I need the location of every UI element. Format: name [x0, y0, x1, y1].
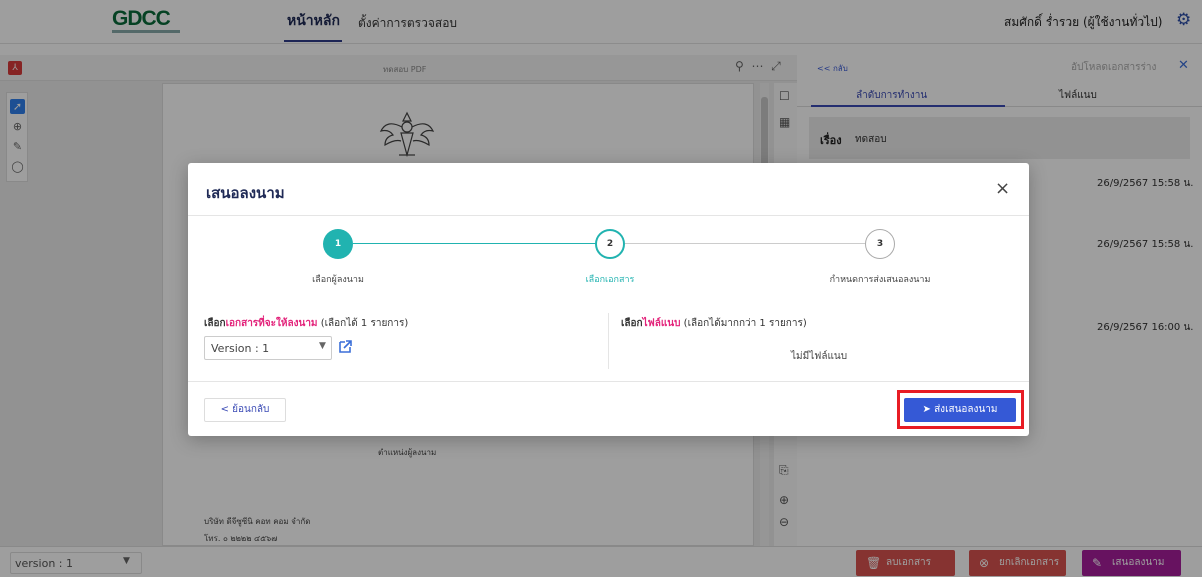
label-prefix: เลือก [621, 318, 643, 329]
no-attachment-text: ไม่มีไฟล์แนบ [791, 351, 848, 362]
chevron-down-icon: ▼ [319, 341, 326, 351]
label-suffix: (เลือกได้ 1 รายการ) [317, 318, 409, 329]
step-2-circle: 2 [595, 229, 625, 259]
step-connector-pending [625, 243, 865, 244]
document-version-value: Version : 1 [211, 342, 270, 355]
step-2-label: เลือกเอกสาร [585, 275, 635, 285]
step-connector-done [353, 243, 614, 244]
label-prefix: เลือก [204, 318, 226, 329]
divider [188, 381, 1029, 382]
label-highlight: ไฟล์แนบ [642, 318, 681, 329]
step-1-label: เลือกผู้ลงนาม [312, 275, 364, 285]
divider [188, 215, 1029, 216]
step-3-circle: 3 [865, 229, 895, 259]
select-document-label: เลือกเอกสารที่จะให้ลงนาม (เลือกได้ 1 ราย… [204, 316, 408, 331]
propose-sign-modal: เสนอลงนาม × 1 2 3 เลือกผู้ลงนาม เลือกเอก… [188, 163, 1029, 436]
send-icon: ➤ [922, 404, 931, 415]
open-external-icon[interactable] [337, 339, 353, 355]
document-version-select[interactable]: Version : 1 ▼ [204, 336, 332, 360]
step-1-circle: 1 [323, 229, 353, 259]
label-suffix: (เลือกได้มากกว่า 1 รายการ) [680, 318, 807, 329]
section-divider [608, 313, 609, 369]
back-button[interactable]: < ย้อนกลับ [204, 398, 286, 422]
step-3-label: กำหนดการส่งเสนอลงนาม [829, 275, 931, 285]
submit-sign-button[interactable]: ➤ ส่งเสนอลงนาม [904, 398, 1016, 422]
select-attachment-label: เลือกไฟล์แนบ (เลือกได้มากกว่า 1 รายการ) [621, 316, 807, 331]
modal-title: เสนอลงนาม [206, 184, 285, 202]
label-highlight: เอกสารที่จะให้ลงนาม [225, 318, 318, 329]
close-icon[interactable]: × [995, 178, 1010, 199]
submit-label: ส่งเสนอลงนาม [934, 404, 998, 415]
